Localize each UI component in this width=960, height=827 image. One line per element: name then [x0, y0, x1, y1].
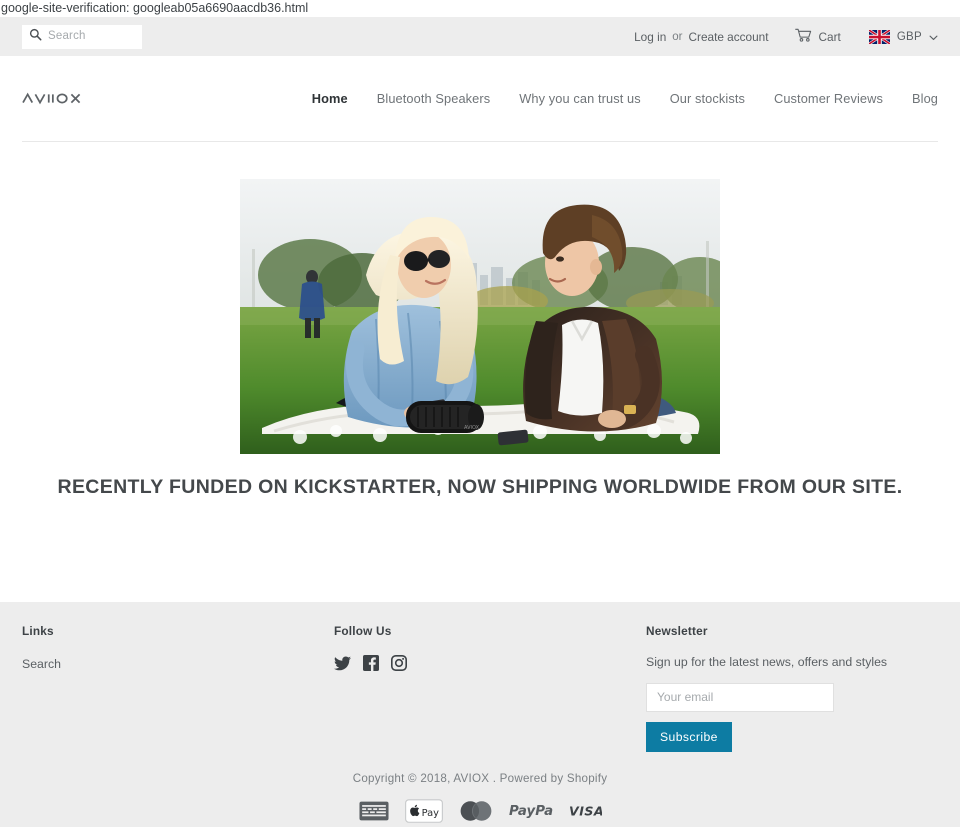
svg-text:VISA: VISA	[569, 804, 602, 819]
payment-methods-row: Pay PayPal VISA	[0, 799, 960, 823]
copyright-text: Copyright © 2018, AVIOX . Powered by Sho…	[352, 771, 608, 785]
site-footer: Links Search Follow Us Newsletter Sign u…	[0, 602, 960, 827]
nav-item-bluetooth-speakers[interactable]: Bluetooth Speakers	[377, 91, 491, 106]
utility-bar-right: Log in or Create account Cart GBP	[634, 28, 938, 46]
search-box[interactable]: Search	[22, 24, 142, 49]
account-links: Log in or Create account	[634, 30, 768, 44]
site-header: Home Bluetooth Speakers Why you can trus…	[0, 56, 960, 141]
currency-code-label: GBP	[896, 30, 922, 43]
svg-text:AVIOX: AVIOX	[464, 425, 480, 431]
newsletter-description: Sign up for the latest news, offers and …	[646, 655, 888, 669]
currency-selector[interactable]: GBP	[868, 29, 938, 44]
footer-social-title: Follow Us	[334, 624, 392, 638]
american-express-icon	[358, 801, 389, 821]
visa-icon: VISA	[569, 802, 604, 820]
footer-newsletter-title: Newsletter	[646, 624, 708, 638]
footer-links-column: Links Search	[22, 624, 334, 752]
hero-image: AVIOX	[240, 179, 720, 454]
utility-bar: Search Log in or Create account Cart GBP	[0, 17, 960, 56]
account-links-separator: or	[672, 30, 683, 43]
uk-flag-icon	[868, 29, 890, 44]
paypal-icon: PayPal	[509, 801, 558, 820]
svg-text:PayPal: PayPal	[509, 805, 553, 820]
social-icons-row	[334, 654, 646, 672]
hero-section: AVIOX	[0, 142, 960, 454]
create-account-link[interactable]: Create account	[689, 30, 769, 44]
site-logo[interactable]	[22, 90, 94, 108]
nav-item-why-you-can-trust-us[interactable]: Why you can trust us	[519, 91, 640, 106]
shopping-cart-icon	[794, 28, 812, 46]
instagram-icon[interactable]	[390, 654, 408, 672]
cart-label: Cart	[818, 29, 841, 44]
svg-text:Pay: Pay	[421, 808, 439, 819]
mastercard-icon	[459, 800, 493, 822]
apple-pay-icon: Pay	[404, 799, 443, 823]
hero-tagline: RECENTLY FUNDED ON KICKSTARTER, NOW SHIP…	[57, 476, 903, 498]
nav-item-blog[interactable]: Blog	[912, 91, 938, 106]
twitter-icon[interactable]	[334, 655, 351, 671]
log-in-link[interactable]: Log in	[634, 30, 666, 44]
main-navigation: Home Bluetooth Speakers Why you can trus…	[312, 91, 938, 106]
footer-link-search[interactable]: Search	[22, 657, 61, 671]
cart-link[interactable]: Cart	[794, 28, 841, 46]
search-input-placeholder[interactable]: Search	[48, 30, 86, 43]
nav-item-our-stockists[interactable]: Our stockists	[670, 91, 745, 106]
facebook-icon[interactable]	[363, 655, 379, 671]
subscribe-button[interactable]: Subscribe	[646, 721, 732, 752]
footer-social-column: Follow Us	[334, 624, 646, 752]
chevron-down-icon	[929, 30, 938, 44]
newsletter-email-input[interactable]	[646, 682, 834, 712]
footer-links-title: Links	[22, 624, 54, 638]
google-site-verification-text: google-site-verification: googleab05a669…	[1, 1, 309, 15]
footer-newsletter-column: Newsletter Sign up for the latest news, …	[646, 624, 938, 752]
nav-item-home[interactable]: Home	[312, 91, 348, 106]
search-icon	[29, 28, 42, 46]
footer-columns: Links Search Follow Us Newsletter Sign u…	[0, 602, 960, 752]
nav-item-customer-reviews[interactable]: Customer Reviews	[774, 91, 883, 106]
